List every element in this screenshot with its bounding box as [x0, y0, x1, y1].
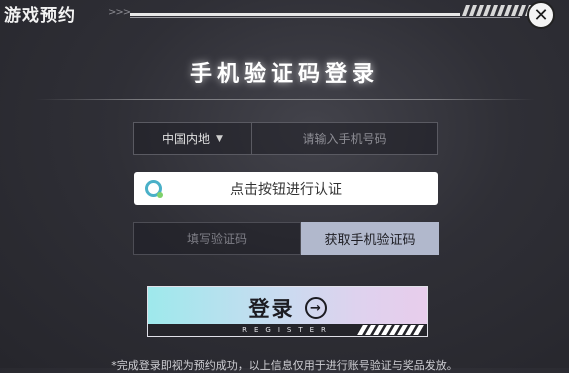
- header-divider-thin: [130, 17, 520, 18]
- page-title: 手机验证码登录: [189, 61, 379, 87]
- close-icon: ✕: [533, 4, 549, 26]
- footer-notice: *完成登录即视为预约成功，以上信息仅用于进行账号验证与奖品发放。: [111, 359, 458, 372]
- login-button[interactable]: 登录 → REGISTER: [147, 286, 428, 337]
- window-header: 游戏预约 >>> ✕: [0, 0, 569, 29]
- arrow-right-icon: →: [304, 297, 327, 319]
- region-selected-label: 中国内地: [162, 132, 211, 146]
- login-button-label: 登录: [248, 296, 295, 321]
- chevron-decoration-icon: >>>: [108, 7, 131, 18]
- get-code-button[interactable]: 获取手机验证码: [301, 222, 439, 255]
- close-button[interactable]: ✕: [527, 1, 555, 29]
- verification-code-input[interactable]: [133, 222, 301, 255]
- region-select[interactable]: 中国内地 ▼: [134, 123, 252, 154]
- captcha-verify-label: 点击按钮进行认证: [230, 181, 342, 198]
- verification-code-row: 获取手机验证码: [133, 222, 439, 255]
- captcha-verify-button[interactable]: 点击按钮进行认证: [134, 172, 438, 205]
- stripes-decoration-icon: [357, 325, 424, 335]
- title-divider: [35, 99, 535, 100]
- header-divider: [130, 13, 460, 16]
- phone-input[interactable]: [252, 122, 437, 155]
- window-title: 游戏预约: [4, 6, 76, 26]
- phone-row: 中国内地 ▼: [133, 122, 438, 155]
- captcha-logo-icon: [145, 180, 163, 198]
- chevron-down-icon: ▼: [216, 133, 223, 144]
